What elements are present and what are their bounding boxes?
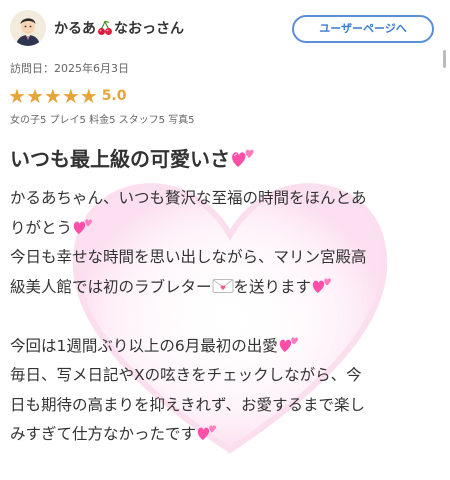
review-header: かるあ なおっさん ユーザーページへ: [0, 0, 450, 58]
rating-value: 5.0: [101, 88, 127, 104]
star-rating: ★ ★ ★ ★ ★ 5.0: [8, 86, 127, 106]
two-hearts-icon: [232, 149, 254, 167]
reviewer-name-part1: かるあ: [54, 21, 96, 37]
body-line: 今日も幸せな時間を思い出しながら、マリン宮殿高: [10, 248, 367, 266]
body-line: 今回は1週間ぶり以上の6月最初の出愛: [10, 332, 440, 362]
two-hearts-icon: [197, 425, 216, 441]
body-line: 毎日、写メ日記やXの呟きをチェックしながら、今: [10, 366, 362, 384]
cherry-icon: [98, 20, 112, 35]
review-body: かるあちゃん、いつも贅沢な至福の時間をほんとあ りがとう 今日も幸せな時間を思い…: [10, 184, 440, 450]
star-icon: ★: [79, 84, 98, 108]
body-line: りがとう: [10, 214, 440, 244]
review-title-text: いつも最上級の可愛いさ: [10, 147, 230, 171]
reviewer-name[interactable]: かるあ なおっさん: [54, 18, 184, 38]
body-line: みすぎて仕方なかったです: [10, 420, 440, 450]
body-line: 級美人館では初のラブレター を送ります: [10, 273, 440, 303]
visit-date: 訪問日：2025年6月3日: [10, 62, 129, 75]
two-hearts-icon: [279, 336, 298, 352]
body-line-text: を送ります: [233, 277, 312, 296]
star-icon: ★: [25, 84, 44, 108]
body-line-text: 級美人館では初のラブレター: [10, 277, 212, 296]
two-hearts-icon: [73, 218, 92, 234]
body-line: 日も期待の高まりを抑えきれず、お愛するまで楽し: [10, 395, 365, 414]
body-line-text: 今回は1週間ぶり以上の6月最初の出愛: [10, 336, 278, 355]
scrollbar[interactable]: [443, 50, 446, 68]
body-line: かるあちゃん、いつも贅沢な至福の時間をほんとあ: [10, 189, 367, 207]
love-letter-icon: [212, 278, 234, 293]
body-line-text: りがとう: [10, 218, 73, 237]
star-icon: ★: [43, 84, 62, 108]
review-title: いつも最上級の可愛いさ: [10, 143, 256, 172]
user-page-button[interactable]: ユーザーページへ: [292, 15, 434, 43]
body-line-text: みすぎて仕方なかったです: [10, 425, 197, 443]
star-icon: ★: [8, 84, 26, 108]
two-hearts-icon: [312, 277, 331, 293]
user-avatar-icon[interactable]: [10, 10, 46, 46]
reviewer-name-part2: なおっさん: [114, 21, 184, 37]
star-icon: ★: [61, 84, 80, 108]
category-scores: 女の子5 プレイ5 料金5 スタッフ5 写真5: [10, 115, 195, 126]
